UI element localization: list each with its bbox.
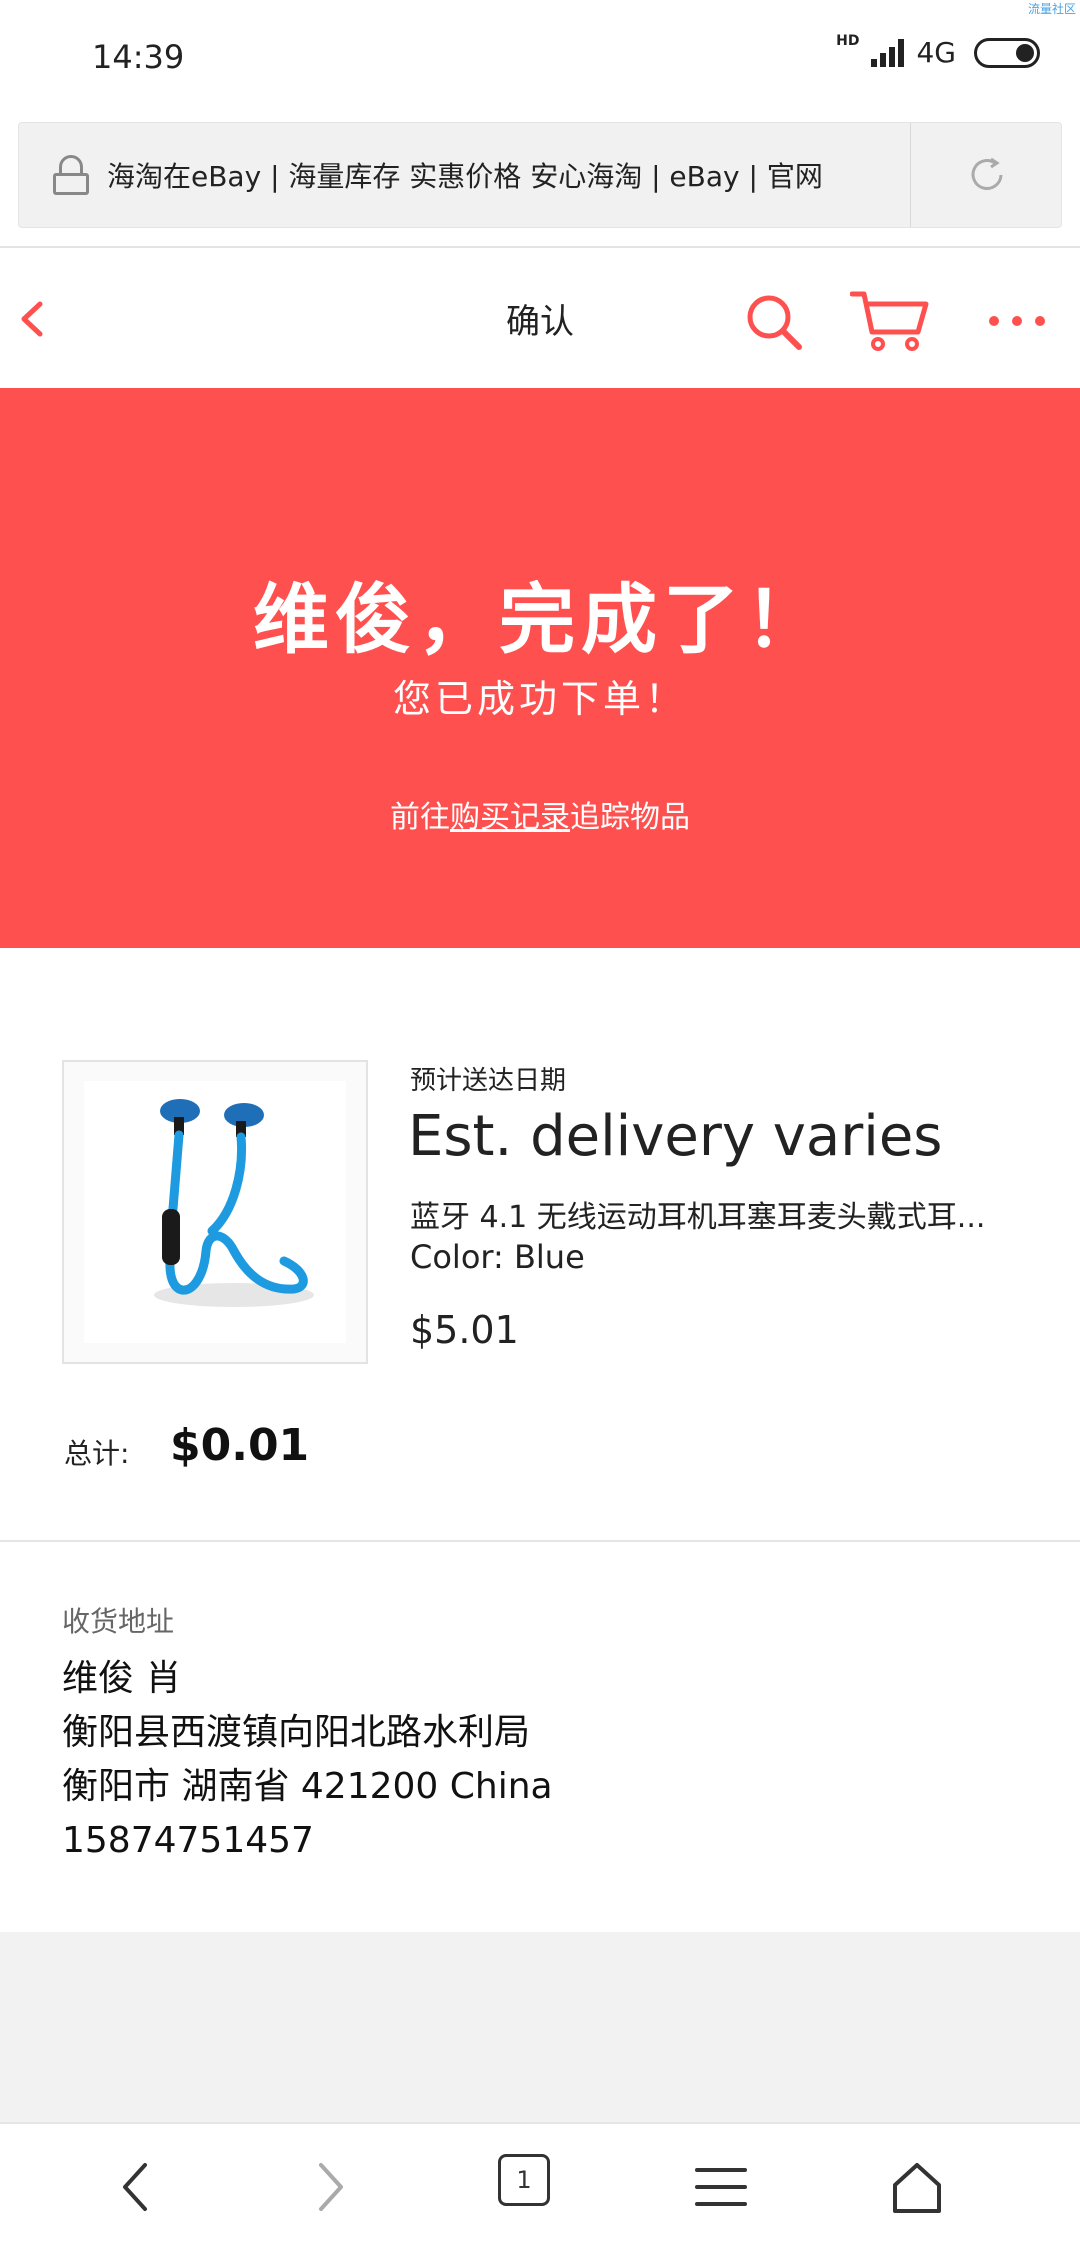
app-header: 确认 [0, 246, 1080, 388]
link-suffix: 追踪物品 [570, 800, 690, 835]
status-time: 14:39 [92, 38, 185, 76]
address-label: 收货地址 [62, 1605, 175, 1638]
status-bar: 14:39 流量社区 HD 4G [0, 0, 1080, 118]
address-street: 衡阳县西渡镇向阳北路水利局 [62, 1712, 531, 1753]
home-button[interactable] [882, 2154, 952, 2220]
earphones-image [84, 1081, 346, 1343]
banner-subtitle: 您已成功下单！ [392, 677, 687, 721]
order-item: 预计送达日期 Est. delivery varies 蓝牙 4.1 无线运动耳… [0, 948, 1080, 1542]
browser-bottom-nav: 1 [0, 2122, 1080, 2248]
delivery-label: 预计送达日期 [410, 1066, 567, 1096]
nav-back-button[interactable] [100, 2154, 170, 2220]
watermark: 流量社区 [1027, 2, 1076, 16]
banner-title: 维俊，完成了！ [253, 575, 827, 664]
cart-icon[interactable] [850, 288, 930, 354]
delivery-value: Est. delivery varies [408, 1104, 943, 1169]
banner-link-line: 前往购买记录追踪物品 [0, 792, 1080, 836]
url-divider [910, 123, 911, 227]
lock-icon [53, 155, 89, 195]
more-icon[interactable] [986, 306, 1048, 336]
chevron-right-icon [319, 2163, 343, 2211]
status-icons: HD 4G [836, 32, 1040, 69]
total-label: 总计: [64, 1437, 130, 1470]
address-name: 维俊 肖 [62, 1658, 182, 1699]
refresh-icon[interactable] [965, 153, 1009, 197]
address-phone: 15874751457 [62, 1820, 314, 1861]
chevron-left-icon [123, 2163, 147, 2211]
item-title[interactable]: 蓝牙 4.1 无线运动耳机耳塞耳麦头戴式耳... [410, 1192, 1030, 1236]
hd-indicator: HD [836, 32, 860, 49]
url-bar[interactable]: 海淘在eBay | 海量库存 实惠价格 安心海淘 | eBay | 官网 [18, 122, 1062, 228]
confirmation-banner: 维俊，完成了！ 您已成功下单！ 前往购买记录追踪物品 [0, 388, 1080, 948]
url-title[interactable]: 海淘在eBay | 海量库存 实惠价格 安心海淘 | eBay | 官网 [107, 155, 927, 195]
home-icon [893, 2163, 941, 2213]
search-icon[interactable] [744, 292, 804, 352]
link-prefix: 前往 [390, 800, 450, 835]
nav-forward-button[interactable] [296, 2154, 366, 2220]
purchase-history-link[interactable]: 购买记录 [450, 800, 570, 835]
shipping-address: 收货地址 维俊 肖 衡阳县西渡镇向阳北路水利局 衡阳市 湖南省 421200 C… [0, 1542, 1080, 1932]
address-city: 衡阳市 湖南省 421200 China [62, 1766, 553, 1807]
product-thumbnail[interactable] [62, 1060, 368, 1364]
item-price: $5.01 [410, 1308, 519, 1352]
item-color: Color: Blue [410, 1238, 585, 1276]
tabs-button[interactable]: 1 [498, 2154, 568, 2220]
battery-icon [974, 37, 1040, 68]
signal-icon [871, 38, 905, 67]
tab-count: 1 [498, 2154, 550, 2206]
menu-button[interactable] [686, 2154, 756, 2220]
page-footer-space [0, 1932, 1080, 2122]
total-value: $0.01 [170, 1420, 310, 1471]
menu-icon [695, 2168, 747, 2206]
address-lines: 维俊 肖 衡阳县西渡镇向阳北路水利局 衡阳市 湖南省 421200 China … [62, 1652, 553, 1868]
network-type: 4G [916, 36, 956, 69]
